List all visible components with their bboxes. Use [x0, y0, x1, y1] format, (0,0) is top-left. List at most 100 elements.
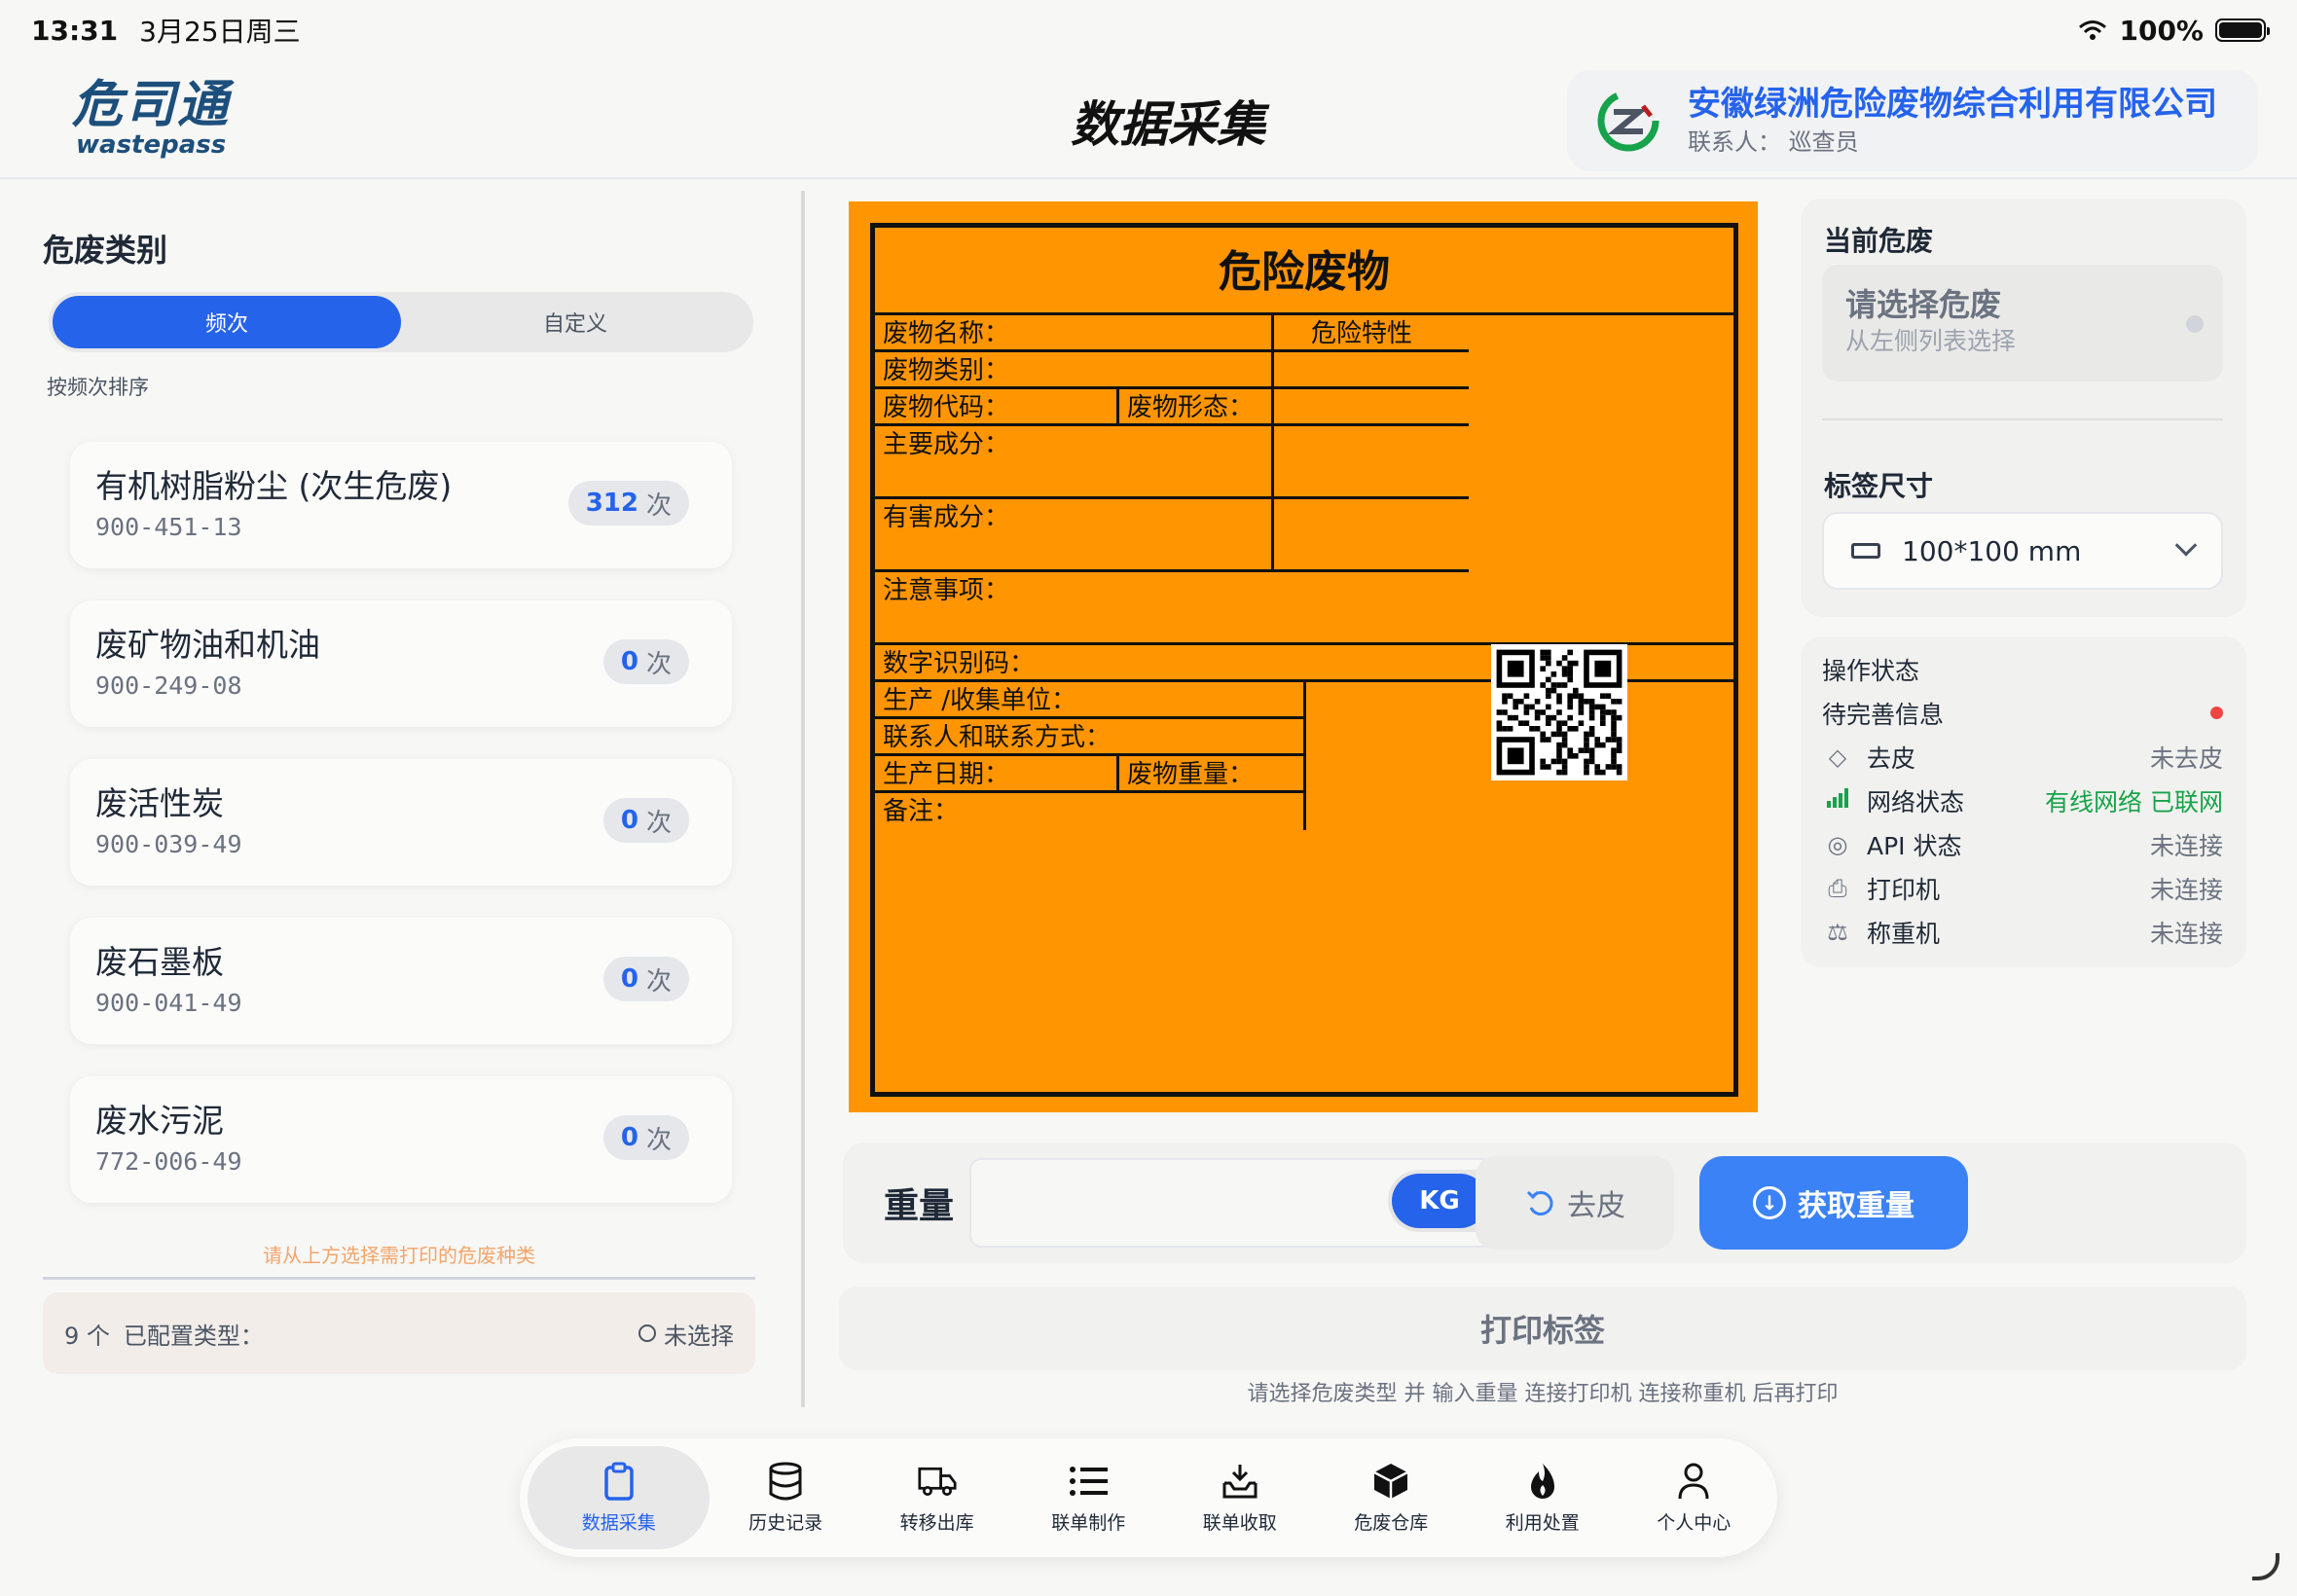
- nav-label: 数据采集: [581, 1511, 656, 1534]
- waste-item[interactable]: 有机树脂粉尘 (次生危废) 900-451-13 312 次: [70, 442, 732, 568]
- status-value: 未连接: [2149, 875, 2223, 904]
- wifi-icon: [2079, 20, 2107, 40]
- nav-warehouse[interactable]: 危废仓库: [1315, 1446, 1467, 1549]
- unit-kg[interactable]: KG: [1392, 1174, 1487, 1228]
- nav-data-collection[interactable]: 数据采集: [528, 1446, 711, 1549]
- label-field-main: 主要成分：: [875, 426, 1469, 499]
- logo-text-cn: 危司通: [72, 76, 231, 134]
- nav-label: 转移出库: [899, 1511, 974, 1534]
- nav-label: 联单制作: [1051, 1511, 1126, 1534]
- waste-item[interactable]: 废石墨板 900-041-49 0次: [70, 918, 732, 1044]
- label-divider: [1303, 682, 1306, 830]
- label-field-harmful: 有害成分：: [875, 499, 1469, 572]
- page-title: 数据采集: [1071, 96, 1265, 153]
- status-label: 打印机: [1867, 875, 1941, 904]
- status-row-network: 网络状态 有线网络 已联网: [1822, 779, 2223, 822]
- select-subtitle: 从左侧列表选择: [1845, 327, 2017, 355]
- nav-disposal[interactable]: 利用处置: [1467, 1446, 1619, 1549]
- database-icon: [766, 1462, 805, 1501]
- app-logo: 危司通 wastepass: [72, 78, 237, 165]
- label-title: 危险废物: [875, 228, 1733, 315]
- waste-item[interactable]: 废活性炭 900-039-49 0次: [70, 759, 732, 886]
- config-count: 9 个: [64, 1322, 110, 1350]
- segment-custom[interactable]: 自定义: [401, 296, 749, 348]
- tare-button[interactable]: 去皮: [1476, 1156, 1674, 1250]
- count-number: 0: [620, 964, 638, 994]
- config-summary: 9 个 已配置类型： 未选择: [43, 1292, 755, 1374]
- status-indicators: 100%: [2078, 14, 2270, 47]
- status-title: 操作状态: [1822, 657, 1920, 685]
- selection-hint: 请从上方选择需打印的危废种类: [263, 1244, 535, 1267]
- label-field-producer: 生产 /收集单位：: [875, 682, 1305, 719]
- nav-label: 历史记录: [748, 1511, 823, 1534]
- globe-icon: ◎: [1827, 830, 1848, 858]
- user-icon: [1674, 1462, 1713, 1501]
- weight-bar: 重量 KG T 去皮 ↓ 获取重量: [843, 1143, 2246, 1263]
- nav-manifest-receive[interactable]: 联单收取: [1164, 1446, 1316, 1549]
- signal-icon: [1822, 787, 1853, 815]
- count-badge: 0次: [602, 957, 689, 1001]
- undo-icon: [1526, 1190, 1553, 1215]
- alert-dot-icon: [2210, 707, 2223, 719]
- weight-label: 重量: [884, 1186, 955, 1226]
- nav-label: 危废仓库: [1354, 1511, 1429, 1534]
- status-pending-row: 待完善信息: [1822, 691, 2223, 735]
- print-label-button[interactable]: 打印标签: [839, 1287, 2246, 1370]
- clipboard-icon: [600, 1462, 638, 1501]
- label-field-category: 废物类别：: [875, 352, 1469, 389]
- waste-select-box[interactable]: 请选择危废 从左侧列表选择: [1822, 265, 2223, 381]
- label-size-select[interactable]: 100*100 mm: [1822, 512, 2223, 590]
- status-row-api: ◎ API 状态 未连接: [1822, 822, 2223, 866]
- box-icon: [1371, 1462, 1410, 1501]
- label-size-value: 100*100 mm: [1902, 534, 2082, 567]
- tare-label: 去皮: [1567, 1189, 1625, 1223]
- get-weight-button[interactable]: ↓ 获取重量: [1699, 1156, 1968, 1250]
- status-row-scale: ⚖ 称重机 未连接: [1822, 910, 2223, 954]
- waste-item[interactable]: 废水污泥 772-006-49 0次: [70, 1076, 732, 1203]
- nav-history[interactable]: 历史记录: [710, 1446, 861, 1549]
- radio-empty-icon: [638, 1324, 656, 1342]
- count-unit: 次: [645, 966, 672, 997]
- divider: [1822, 418, 2223, 420]
- status-row-printer: ⎙ 打印机 未连接: [1822, 866, 2223, 910]
- nav-transfer-out[interactable]: 转移出库: [861, 1446, 1013, 1549]
- status-value: 未去皮: [2149, 744, 2223, 773]
- config-selected-text: 未选择: [664, 1322, 734, 1350]
- status-label: 称重机: [1867, 919, 1941, 948]
- truck-icon: [918, 1462, 957, 1501]
- status-value: 未连接: [2149, 831, 2223, 860]
- sort-segmented-control: 频次 自定义: [49, 292, 753, 352]
- count-badge: 0次: [602, 1115, 689, 1160]
- print-hint: 请选择危废类型 并 输入重量 连接打印机 连接称重机 后再打印: [1247, 1382, 1839, 1406]
- nav-label: 联单收取: [1202, 1511, 1277, 1534]
- qr-code-icon: [1491, 644, 1627, 780]
- panel-divider: [801, 191, 805, 1407]
- sort-label: 按频次排序: [47, 376, 149, 399]
- company-card[interactable]: 安徽绿洲危险废物综合利用有限公司 联系人： 巡查员: [1567, 70, 2258, 171]
- label-field-code: 废物代码：: [875, 389, 1116, 426]
- label-field-remark: 备注：: [883, 797, 960, 826]
- count-unit: 次: [645, 808, 672, 838]
- list-icon: [1069, 1462, 1109, 1501]
- battery-icon: [2215, 18, 2270, 42]
- count-badge: 0次: [602, 639, 689, 684]
- config-label: 已配置类型：: [123, 1322, 264, 1350]
- waste-item[interactable]: 废矿物油和机油 900-249-08 0次: [70, 600, 732, 727]
- label-divider: [1271, 315, 1274, 572]
- ruler-icon: [1851, 543, 1880, 559]
- status-label: API 状态: [1867, 831, 1962, 860]
- eraser-icon: ◇: [1828, 743, 1847, 771]
- label-field-form: 废物形态：: [1116, 389, 1469, 426]
- status-label: 去皮: [1867, 744, 1916, 773]
- nav-profile[interactable]: 个人中心: [1619, 1446, 1770, 1549]
- get-weight-label: 获取重量: [1798, 1189, 1914, 1223]
- hazard-label-preview: 危险废物 废物名称： 废物类别： 废物代码： 废物形态： 主要成分： 有害成分：…: [849, 201, 1758, 1112]
- current-waste-card: 当前危废 请选择危废 从左侧列表选择 标签尺寸 100*100 mm: [1801, 199, 2246, 617]
- resize-corner-icon: [2252, 1553, 2279, 1580]
- battery-percent: 100%: [2119, 14, 2204, 47]
- label-size-title: 标签尺寸: [1824, 470, 1934, 502]
- nav-manifest-create[interactable]: 联单制作: [1012, 1446, 1164, 1549]
- label-field-date: 生产日期：: [875, 756, 1116, 793]
- date: 3月25日周三: [139, 16, 301, 48]
- segment-frequency[interactable]: 频次: [53, 296, 401, 348]
